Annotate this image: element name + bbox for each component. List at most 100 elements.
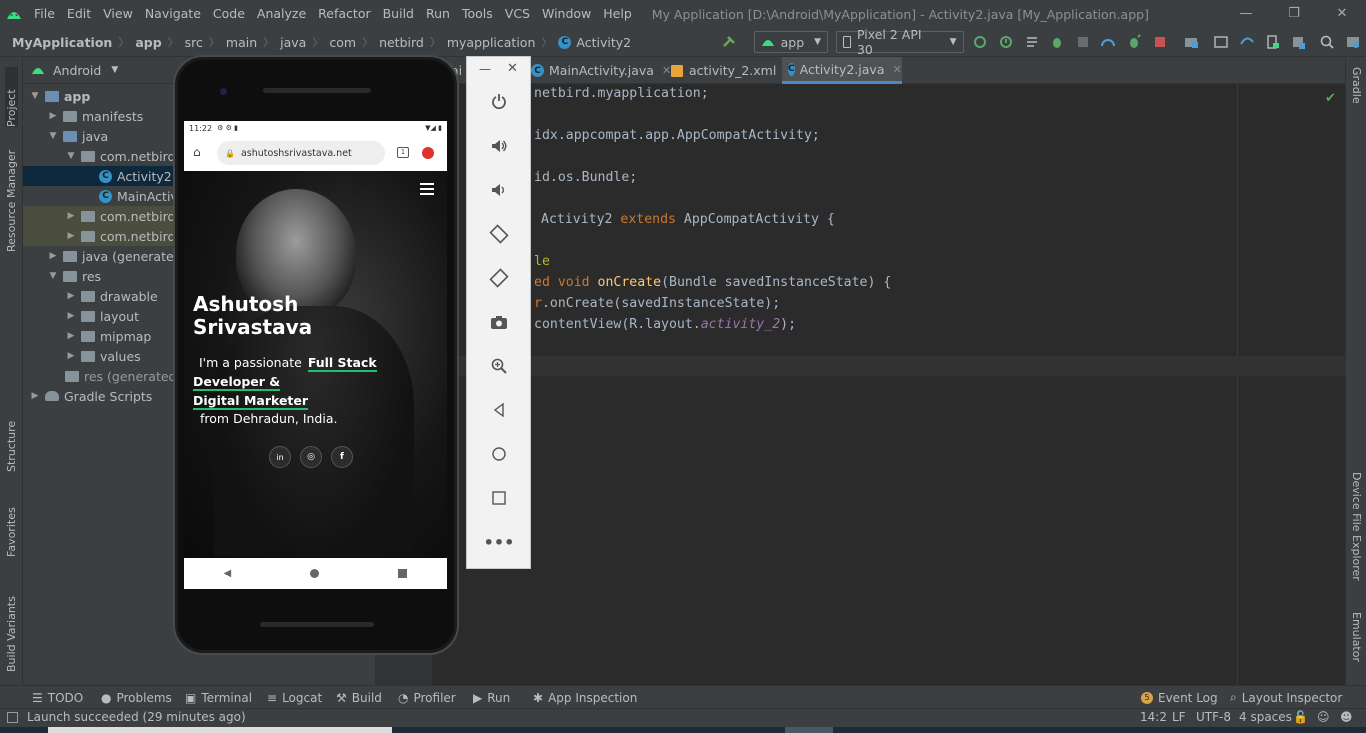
tab-activity2-java[interactable]: C Activity2.java ✕ <box>782 57 902 84</box>
chevron-right-icon[interactable]: ▶ <box>65 291 77 301</box>
build-variants-tool-tab[interactable]: Build Variants <box>5 582 18 672</box>
menu-build[interactable]: Build <box>377 0 420 28</box>
url-bar[interactable]: 🔒 ashutoshsrivastava.net <box>217 141 385 165</box>
menu-navigate[interactable]: Navigate <box>139 0 207 28</box>
restore-icon[interactable]: ❐ <box>1270 0 1318 28</box>
tab-switcher-icon[interactable]: 1 <box>397 147 409 158</box>
back-icon[interactable] <box>484 395 514 425</box>
emulator-tool-tab[interactable]: Emulator <box>1350 612 1363 677</box>
home-icon[interactable]: ⌂ <box>193 145 201 159</box>
instagram-icon[interactable]: ◎ <box>300 446 322 468</box>
coverage-icon[interactable] <box>1072 31 1094 53</box>
profiler-tool-button[interactable]: ◔ Profiler <box>398 686 456 709</box>
caret-down-icon[interactable]: ▼ <box>111 65 118 75</box>
gradle-tool-tab[interactable]: Gradle <box>1350 67 1363 127</box>
problems-tool-button[interactable]: ● Problems <box>101 686 172 709</box>
chevron-right-icon[interactable]: ▶ <box>47 111 59 121</box>
code-line[interactable]: ed void onCreate(Bundle savedInstanceSta… <box>534 275 891 290</box>
device-file-explorer-tool-tab[interactable]: Device File Explorer <box>1350 472 1363 602</box>
chevron-right-icon[interactable]: ▶ <box>65 231 77 241</box>
attach-debugger-icon[interactable] <box>1123 31 1145 53</box>
breadcrumb-com[interactable]: com <box>323 35 362 50</box>
favorites-tool-tab[interactable]: Favorites <box>5 497 18 557</box>
code-line[interactable]: idx.appcompat.app.AppCompatActivity; <box>534 128 820 143</box>
breadcrumb-myapplication[interactable]: myapplication <box>441 35 542 50</box>
code-line[interactable]: r.onCreate(savedInstanceState); <box>534 296 780 311</box>
code-line[interactable]: Activity2 extends AppCompatActivity { <box>541 212 835 227</box>
menu-edit[interactable]: Edit <box>61 0 97 28</box>
indent-setting[interactable]: 4 spaces <box>1239 710 1292 724</box>
event-log-tool-button[interactable]: 5 Event Log <box>1141 686 1218 709</box>
run-tool-button[interactable]: ▶ Run <box>473 686 510 709</box>
breadcrumb-src[interactable]: src <box>179 35 209 50</box>
breadcrumb-java[interactable]: java <box>274 35 312 50</box>
menu-help[interactable]: Help <box>597 0 638 28</box>
settings-icon[interactable] <box>1342 31 1364 53</box>
device-dropdown[interactable]: Pixel 2 API 30 ▼ <box>836 27 964 57</box>
linkedin-icon[interactable]: in <box>269 446 291 468</box>
browser-menu-icon[interactable] <box>422 147 434 159</box>
search-icon[interactable] <box>1317 31 1339 53</box>
resource-manager-tool-tab[interactable]: Resource Manager <box>5 142 18 252</box>
rotate-right-icon[interactable] <box>484 263 514 293</box>
avd-manager-icon[interactable] <box>1261 31 1283 53</box>
logcat-tool-button[interactable]: ≡ Logcat <box>267 686 322 709</box>
menu-analyze[interactable]: Analyze <box>251 0 312 28</box>
terminal-tool-button[interactable]: ▣ Terminal <box>185 686 252 709</box>
zoom-icon[interactable] <box>484 351 514 381</box>
hamburger-menu-icon[interactable] <box>420 183 434 195</box>
chevron-down-icon[interactable]: ▼ <box>29 91 41 101</box>
camera-icon[interactable] <box>484 307 514 337</box>
app-inspection-tool-button[interactable]: ✱ App Inspection <box>533 686 637 709</box>
menu-window[interactable]: Window <box>536 0 597 28</box>
debug-icon[interactable] <box>1046 31 1068 53</box>
code-line[interactable]: le <box>534 254 550 269</box>
close-tab-icon[interactable]: ✕ <box>892 63 901 76</box>
menu-vcs[interactable]: VCS <box>499 0 536 28</box>
chevron-down-icon[interactable]: ▼ <box>65 151 77 161</box>
build-tool-button[interactable]: ⚒ Build <box>336 686 382 709</box>
line-separator[interactable]: LF <box>1172 710 1186 724</box>
file-encoding[interactable]: UTF-8 <box>1196 710 1231 724</box>
menu-file[interactable]: File <box>28 0 61 28</box>
breadcrumb-activity2[interactable]: C Activity2 <box>552 35 637 50</box>
notifications-icon[interactable]: ☻ <box>1340 710 1353 724</box>
chevron-right-icon[interactable]: ▶ <box>65 211 77 221</box>
breadcrumb-app[interactable]: app <box>129 35 167 50</box>
menu-code[interactable]: Code <box>207 0 251 28</box>
power-icon[interactable] <box>484 87 514 117</box>
code-line[interactable]: contentView(R.layout.activity_2); <box>534 317 796 332</box>
lock-icon[interactable]: 🔓 <box>1293 710 1308 724</box>
toggle-tool-windows-icon[interactable] <box>7 712 18 723</box>
todo-tool-button[interactable]: ☰ TODO <box>32 686 83 709</box>
apply-code-changes-icon[interactable] <box>995 31 1017 53</box>
chevron-right-icon[interactable]: ▶ <box>65 351 77 361</box>
chevron-right-icon[interactable]: ▶ <box>47 251 59 261</box>
chevron-right-icon[interactable]: ▶ <box>65 311 77 321</box>
back-icon[interactable]: ◀ <box>224 568 232 579</box>
breadcrumb-netbird[interactable]: netbird <box>373 35 430 50</box>
overview-icon[interactable] <box>398 569 408 578</box>
close-icon[interactable]: ✕ <box>507 61 518 76</box>
chevron-right-icon[interactable]: ▶ <box>29 391 41 401</box>
volume-down-icon[interactable] <box>484 175 514 205</box>
home-icon[interactable] <box>484 439 514 469</box>
menu-refactor[interactable]: Refactor <box>312 0 376 28</box>
facebook-icon[interactable]: f <box>331 446 353 468</box>
layout-inspector-tool-button[interactable]: ⌕ Layout Inspector <box>1230 686 1342 709</box>
breadcrumb-main[interactable]: main <box>220 35 263 50</box>
chevron-right-icon[interactable]: ▶ <box>65 331 77 341</box>
status-message[interactable]: Launch succeeded (29 minutes ago) <box>27 710 246 724</box>
code-line[interactable]: netbird.myapplication; <box>534 86 709 101</box>
emulator-screen[interactable]: 11:22 ⚙ ⚙ ▮ ▼◢ ▮ ⌂ 🔒 ashutoshsrivastava.… <box>184 121 447 589</box>
run-config-dropdown[interactable]: app ▼ <box>753 31 829 53</box>
minimize-icon[interactable]: — <box>479 62 491 76</box>
run-tests-icon[interactable] <box>1021 31 1043 53</box>
rotate-left-icon[interactable] <box>484 219 514 249</box>
close-icon[interactable]: ✕ <box>1318 0 1366 28</box>
project-view-selector[interactable]: Android <box>53 63 101 78</box>
smiley-icon[interactable]: ☺ <box>1317 710 1330 724</box>
sdk-manager-icon[interactable] <box>1287 31 1309 53</box>
overview-icon[interactable] <box>484 483 514 513</box>
apply-changes-restart-icon[interactable] <box>970 31 992 53</box>
